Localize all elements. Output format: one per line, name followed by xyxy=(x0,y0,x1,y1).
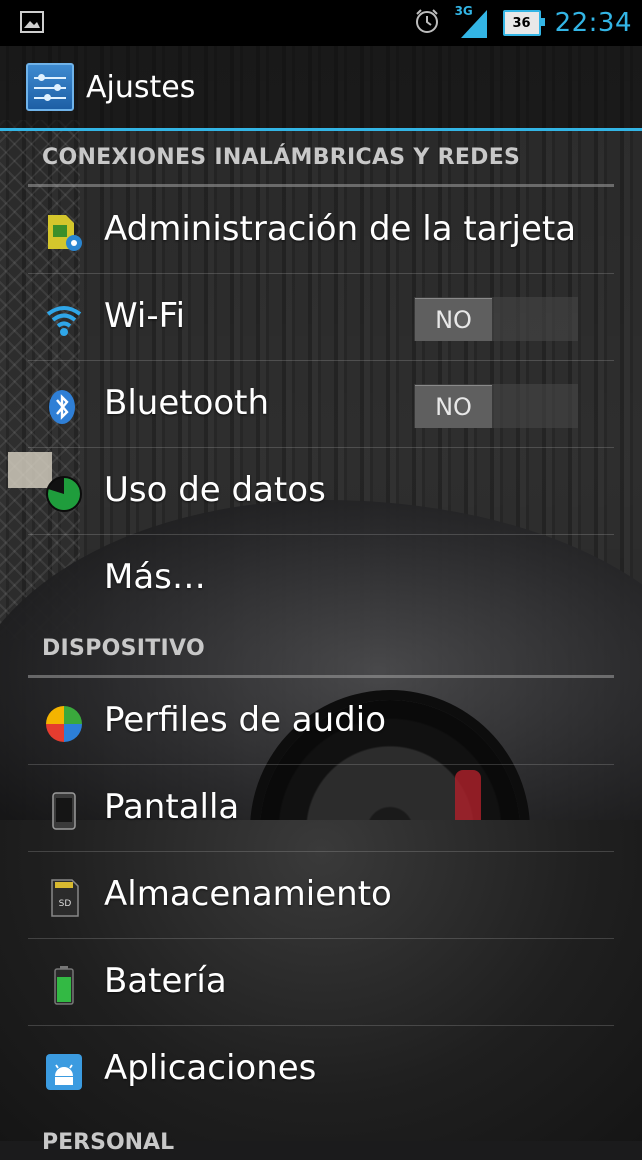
settings-item-label: Almacenamiento xyxy=(104,874,392,914)
section-title: DISPOSITIVO xyxy=(42,636,205,661)
settings-item-label: Administración de la tarjeta S xyxy=(104,209,582,249)
svg-text:SD: SD xyxy=(59,899,72,909)
phone-display-icon xyxy=(52,792,76,830)
settings-item-label: Batería xyxy=(104,961,227,1001)
wifi-icon xyxy=(46,306,82,336)
settings-list: CONEXIONES INALÁMBRICAS Y REDES Administ… xyxy=(0,131,642,1113)
bluetooth-toggle[interactable]: NO xyxy=(414,384,578,428)
audio-profiles-icon xyxy=(46,706,82,742)
settings-item-label: Aplicaciones xyxy=(104,1048,317,1088)
settings-item-apps[interactable]: Aplicaciones xyxy=(28,1026,614,1113)
settings-item-sim[interactable]: Administración de la tarjeta S xyxy=(28,187,614,274)
battery-level: 36 xyxy=(512,15,531,31)
settings-item-storage[interactable]: SD Almacenamiento xyxy=(28,852,614,939)
sim-card-icon xyxy=(48,215,82,251)
sd-card-icon: SD xyxy=(51,879,79,917)
section-title: PERSONAL xyxy=(42,1130,175,1155)
settings-item-audio[interactable]: Perfiles de audio xyxy=(28,678,614,765)
settings-item-wifi[interactable]: Wi-Fi NO xyxy=(28,274,614,361)
data-usage-icon xyxy=(46,476,82,512)
section-header-device: DISPOSITIVO xyxy=(28,622,614,678)
settings-item-label: Más… xyxy=(104,557,206,597)
wifi-toggle-state: NO xyxy=(415,298,492,341)
settings-item-more[interactable]: Más… xyxy=(28,535,614,622)
page-title: Ajustes xyxy=(86,69,196,105)
section-header-personal: PERSONAL xyxy=(28,1120,614,1160)
bluetooth-icon xyxy=(49,390,75,424)
wifi-toggle[interactable]: NO xyxy=(414,297,578,341)
battery-icon: 36 xyxy=(502,10,545,36)
settings-item-display[interactable]: Pantalla xyxy=(28,765,614,852)
alarm-icon xyxy=(413,7,441,39)
settings-item-label: Bluetooth xyxy=(104,383,270,423)
android-apps-icon xyxy=(46,1054,82,1090)
bluetooth-toggle-state: NO xyxy=(415,385,492,428)
section-header-wireless: CONEXIONES INALÁMBRICAS Y REDES xyxy=(28,131,614,187)
action-bar: Ajustes xyxy=(0,46,642,131)
status-bar: 3G 36 22:34 xyxy=(0,0,642,46)
settings-item-battery[interactable]: Batería xyxy=(28,939,614,1026)
battery-icon xyxy=(54,966,74,1005)
picture-icon xyxy=(20,11,44,37)
settings-item-label: Uso de datos xyxy=(104,470,326,510)
clock: 22:34 xyxy=(554,8,632,38)
settings-item-bluetooth[interactable]: Bluetooth NO xyxy=(28,361,614,448)
signal-icon: 3G xyxy=(455,4,489,40)
section-title: CONEXIONES INALÁMBRICAS Y REDES xyxy=(42,145,521,170)
settings-sliders-icon[interactable] xyxy=(26,63,74,111)
settings-item-label: Wi-Fi xyxy=(104,296,186,336)
settings-item-label: Perfiles de audio xyxy=(104,700,387,740)
settings-item-data-usage[interactable]: Uso de datos xyxy=(28,448,614,535)
settings-item-label: Pantalla xyxy=(104,787,240,827)
